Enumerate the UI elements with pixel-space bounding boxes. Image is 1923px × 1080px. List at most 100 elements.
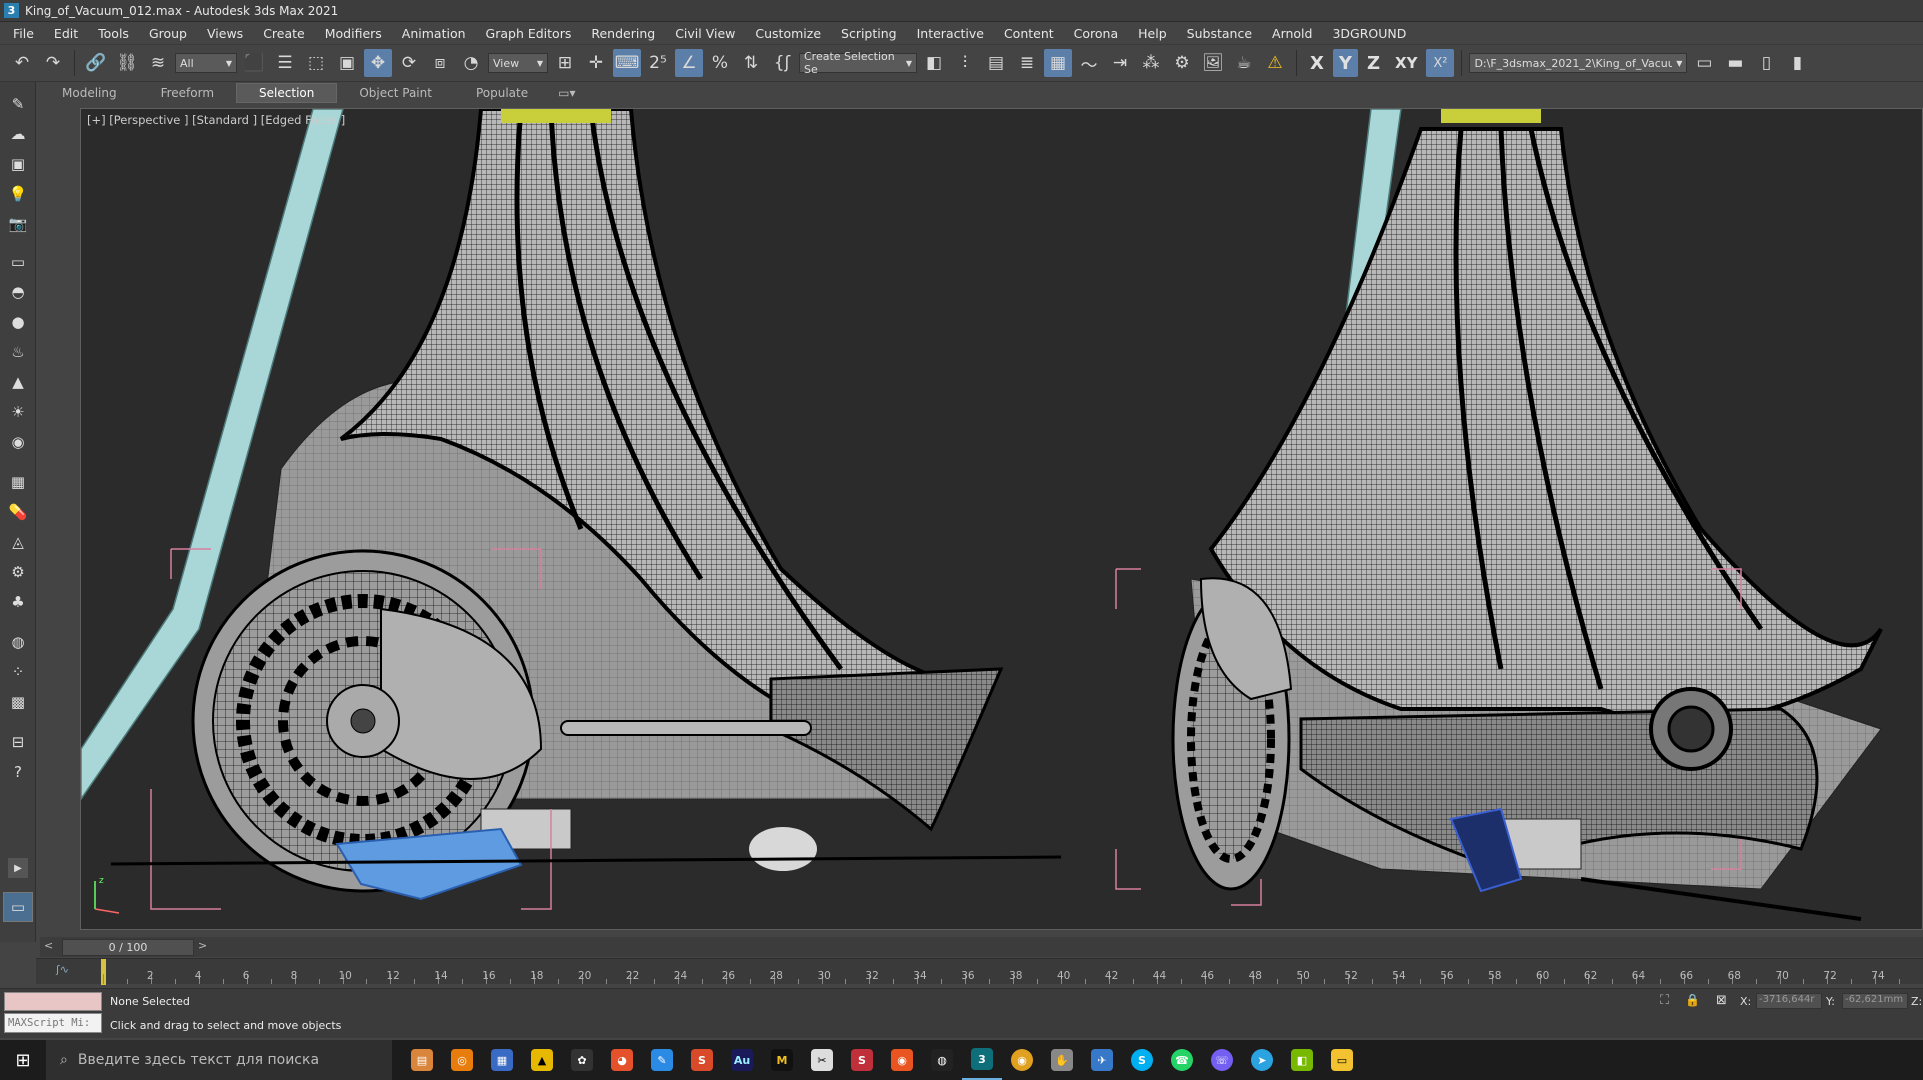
menu-animation[interactable]: Animation: [395, 26, 479, 41]
rotate-icon[interactable]: ⟳: [395, 49, 423, 77]
gear-icon[interactable]: ⚙: [6, 560, 30, 584]
track-bar[interactable]: ʃ∿ 2 4 6 8 10 12 14 16 18 20 22 24 26 28 30 32 34 36 38 40 4…: [36, 958, 1923, 985]
menu-help[interactable]: Help: [1131, 26, 1180, 41]
hand-icon[interactable]: ✋: [1042, 1040, 1082, 1080]
redo-icon[interactable]: ↷: [39, 49, 67, 77]
pivot-center-icon[interactable]: ⊞: [551, 49, 579, 77]
select-by-name-icon[interactable]: ☰: [271, 49, 299, 77]
axis-y-button[interactable]: Y: [1332, 49, 1358, 77]
menu-scripting[interactable]: Scripting: [834, 26, 910, 41]
ribbon-options-icon[interactable]: ▭▾: [550, 83, 583, 103]
windows-start-icon[interactable]: ⊞: [0, 1040, 46, 1080]
snap-toggle-icon[interactable]: 2⁵: [644, 49, 672, 77]
time-slider[interactable]: 0 / 100: [62, 939, 194, 956]
schematic-view-icon[interactable]: ⇥: [1106, 49, 1134, 77]
align-icon[interactable]: ⫶: [951, 49, 979, 77]
select-object-icon[interactable]: ⬛: [240, 49, 268, 77]
menu-modifiers[interactable]: Modifiers: [318, 26, 395, 41]
rendered-frame-icon[interactable]: 🖼: [1199, 49, 1227, 77]
help-icon[interactable]: ?: [6, 760, 30, 784]
menu-customize[interactable]: Customize: [748, 26, 834, 41]
taskbar-search[interactable]: ⌕ Введите здесь текст для поиска: [46, 1040, 392, 1080]
scale-icon[interactable]: ⧈: [426, 49, 454, 77]
capsule-icon[interactable]: 💊: [6, 500, 30, 524]
workspace-icon-2[interactable]: ▬: [1721, 49, 1749, 77]
menu-corona[interactable]: Corona: [1067, 26, 1131, 41]
create-icon[interactable]: ✎: [6, 92, 30, 116]
curve-editor-mini-icon[interactable]: ʃ∿: [56, 963, 69, 976]
menu-substance[interactable]: Substance: [1180, 26, 1265, 41]
warning-icon[interactable]: ⚠: [1261, 49, 1289, 77]
hierarchy-icon[interactable]: ▣: [6, 152, 30, 176]
ref-coord-dropdown[interactable]: View ▼: [488, 53, 548, 73]
wing-icon[interactable]: ✈: [1082, 1040, 1122, 1080]
axis-xy-button[interactable]: XY: [1389, 49, 1423, 77]
project-folder-dropdown[interactable]: D:\F_3dsmax_2021_2\King_of_Vacuum ▼: [1469, 53, 1688, 73]
absolute-mode-icon[interactable]: ⊠: [1716, 993, 1727, 1008]
davinci-icon[interactable]: ✿: [562, 1040, 602, 1080]
menu-create[interactable]: Create: [256, 26, 318, 41]
inkscape-icon[interactable]: ✂: [802, 1040, 842, 1080]
calculator-icon[interactable]: ▦: [482, 1040, 522, 1080]
x-coord-field[interactable]: -3716,644r: [1756, 993, 1822, 1009]
globe-icon[interactable]: ◍: [6, 630, 30, 654]
expand-arrow-icon[interactable]: ▶: [8, 858, 28, 878]
menu-file[interactable]: File: [6, 26, 47, 41]
edit-named-selection-icon[interactable]: {ʃ: [768, 49, 796, 77]
mesh-icon[interactable]: ◬: [6, 530, 30, 554]
link-icon[interactable]: 🔗: [82, 49, 110, 77]
palette-icon[interactable]: ⁘: [6, 660, 30, 684]
tab-populate[interactable]: Populate: [454, 83, 550, 103]
place-icon[interactable]: ◔: [457, 49, 485, 77]
toggle-ribbon-icon[interactable]: ▦: [1044, 49, 1072, 77]
layer-explorer-icon[interactable]: ≣: [1013, 49, 1041, 77]
time-next-icon[interactable]: >: [198, 939, 207, 952]
motion-icon[interactable]: 💡: [6, 182, 30, 206]
bind-spacewarp-icon[interactable]: ≋: [144, 49, 172, 77]
telegram-icon[interactable]: ➤: [1242, 1040, 1282, 1080]
viewport-label[interactable]: [+] [Perspective ] [Standard ] [Edged Fa…: [87, 113, 345, 127]
window-crossing-icon[interactable]: ▣: [333, 49, 361, 77]
scene-explorer-icon[interactable]: ▤: [982, 49, 1010, 77]
isolate-icon[interactable]: ⛶: [1660, 993, 1669, 1008]
y-coord-field[interactable]: -62,621mm: [1842, 993, 1908, 1009]
percent-snap-icon[interactable]: %: [706, 49, 734, 77]
workspace-icon-4[interactable]: ▮: [1783, 49, 1811, 77]
modify-icon[interactable]: ☁: [6, 122, 30, 146]
axis-x-button[interactable]: X: [1304, 49, 1330, 77]
axis-constraint-icon[interactable]: X²: [1426, 49, 1455, 77]
task-view-icon[interactable]: ▤: [402, 1040, 442, 1080]
menu-content[interactable]: Content: [997, 26, 1067, 41]
pattern-icon[interactable]: ▦: [6, 470, 30, 494]
skype-icon[interactable]: S: [1122, 1040, 1162, 1080]
teapot-icon[interactable]: ♨: [6, 340, 30, 364]
chrome-icon[interactable]: ◉: [1002, 1040, 1042, 1080]
curve-editor-icon[interactable]: 〜: [1075, 49, 1103, 77]
lock-icon[interactable]: 🔒: [1685, 993, 1700, 1007]
maxscript-output[interactable]: [4, 992, 102, 1011]
file-explorer-icon[interactable]: ▭: [1322, 1040, 1362, 1080]
menu-graph-editors[interactable]: Graph Editors: [479, 26, 585, 41]
blender-icon[interactable]: ◎: [442, 1040, 482, 1080]
render-setup-icon[interactable]: ⚙: [1168, 49, 1196, 77]
tab-selection[interactable]: Selection: [236, 83, 338, 103]
audition-icon[interactable]: Au: [722, 1040, 762, 1080]
app-icon[interactable]: 3: [4, 3, 19, 18]
3dsmax-taskbar-icon[interactable]: 3: [962, 1040, 1002, 1080]
obs-icon[interactable]: ◍: [922, 1040, 962, 1080]
undo-icon[interactable]: ↶: [8, 49, 36, 77]
select-manipulate-icon[interactable]: ✛: [582, 49, 610, 77]
viewport-perspective[interactable]: [+] [Perspective ] [Standard ] [Edged Fa…: [80, 108, 1923, 930]
viber-icon[interactable]: ☏: [1202, 1040, 1242, 1080]
menu-arnold[interactable]: Arnold: [1265, 26, 1325, 41]
named-selection-dropdown[interactable]: Create Selection Se ▼: [799, 50, 917, 76]
plant-icon[interactable]: ♣: [6, 590, 30, 614]
mirror-icon[interactable]: ◧: [920, 49, 948, 77]
angle-snap-icon[interactable]: ∠: [675, 49, 703, 77]
sun-icon[interactable]: ☀: [6, 400, 30, 424]
tab-modeling[interactable]: Modeling: [40, 83, 139, 103]
render-icon[interactable]: ▩: [6, 690, 30, 714]
tab-object-paint[interactable]: Object Paint: [337, 83, 454, 103]
unlink-icon[interactable]: ⛓: [113, 49, 141, 77]
axis-z-button[interactable]: Z: [1361, 49, 1386, 77]
